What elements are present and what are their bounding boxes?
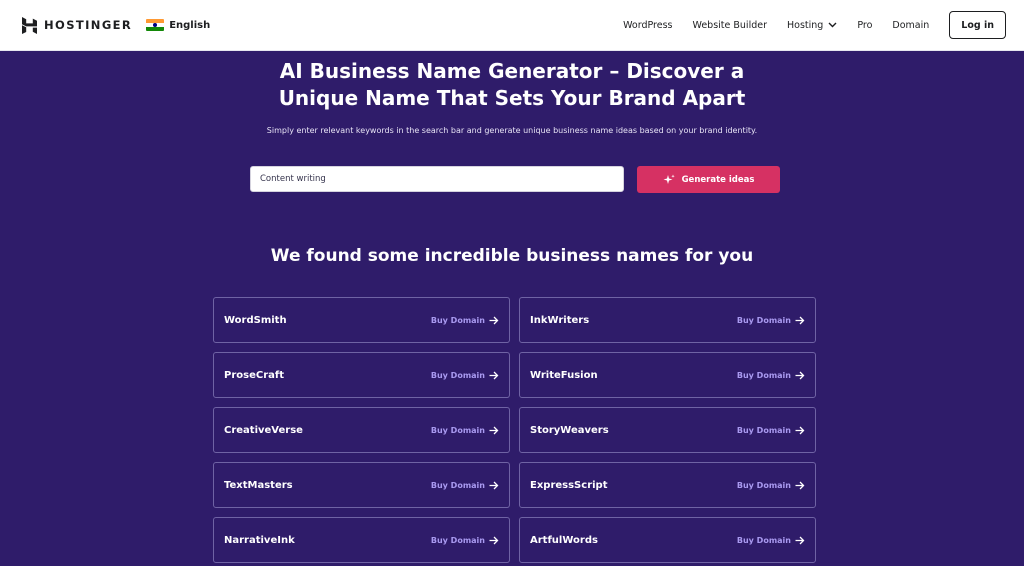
buy-domain-label: Buy Domain bbox=[736, 535, 791, 545]
buy-domain-link[interactable]: Buy Domain bbox=[737, 481, 805, 490]
buy-domain-link[interactable]: Buy Domain bbox=[431, 536, 499, 545]
arrow-right-icon bbox=[795, 316, 805, 324]
business-name-card[interactable]: ArtfulWords Buy Domain bbox=[519, 517, 816, 563]
brand: HOSTINGER English bbox=[22, 16, 210, 34]
business-name-card[interactable]: StoryWeavers Buy Domain bbox=[519, 407, 816, 453]
buy-domain-label: Buy Domain bbox=[736, 315, 791, 325]
language-selector[interactable]: English bbox=[146, 19, 210, 31]
arrow-right-icon bbox=[489, 481, 499, 489]
main-nav: WordPress Website Builder Hosting Pro Do… bbox=[603, 11, 1006, 39]
business-name: WriteFusion bbox=[530, 369, 598, 381]
login-button[interactable]: Log in bbox=[949, 11, 1006, 39]
arrow-right-icon bbox=[795, 536, 805, 544]
buy-domain-label: Buy Domain bbox=[736, 480, 791, 490]
nav-item-wordpress[interactable]: WordPress bbox=[623, 20, 672, 31]
keyword-search-input[interactable] bbox=[250, 166, 624, 192]
buy-domain-link[interactable]: Buy Domain bbox=[737, 371, 805, 380]
buy-domain-label: Buy Domain bbox=[430, 535, 485, 545]
sparkle-icon bbox=[663, 174, 675, 184]
business-name-grid: WordSmith Buy Domain InkWriters Buy Doma… bbox=[213, 297, 817, 563]
page-subtitle: Simply enter relevant keywords in the se… bbox=[266, 126, 758, 135]
nav-item-domain[interactable]: Domain bbox=[892, 20, 929, 31]
buy-domain-label: Buy Domain bbox=[430, 480, 485, 490]
nav-item-pro[interactable]: Pro bbox=[857, 20, 872, 31]
logo-text: HOSTINGER bbox=[44, 18, 133, 32]
hostinger-logo[interactable]: HOSTINGER bbox=[22, 16, 133, 34]
business-name-card[interactable]: InkWriters Buy Domain bbox=[519, 297, 816, 343]
business-name-card[interactable]: WriteFusion Buy Domain bbox=[519, 352, 816, 398]
hostinger-logo-icon bbox=[22, 16, 37, 34]
business-name: WordSmith bbox=[224, 314, 287, 326]
business-name: ExpressScript bbox=[530, 479, 608, 491]
india-flag-icon bbox=[146, 19, 165, 31]
nav-item-hosting-label: Hosting bbox=[787, 19, 824, 31]
business-name-card[interactable]: ProseCraft Buy Domain bbox=[213, 352, 510, 398]
arrow-right-icon bbox=[795, 481, 805, 489]
business-name: NarrativeInk bbox=[224, 534, 295, 546]
page-title-line-1: AI Business Name Generator – Discover a bbox=[279, 59, 745, 83]
buy-domain-label: Buy Domain bbox=[736, 425, 791, 435]
buy-domain-link[interactable]: Buy Domain bbox=[431, 481, 499, 490]
buy-domain-label: Buy Domain bbox=[736, 370, 791, 380]
business-name: ProseCraft bbox=[224, 369, 285, 381]
nav-item-website-builder[interactable]: Website Builder bbox=[693, 20, 768, 31]
buy-domain-link[interactable]: Buy Domain bbox=[431, 316, 499, 325]
arrow-right-icon bbox=[489, 536, 499, 544]
page-title: AI Business Name Generator – Discover a … bbox=[0, 58, 1024, 112]
buy-domain-link[interactable]: Buy Domain bbox=[737, 536, 805, 545]
results-title: We found some incredible business names … bbox=[270, 246, 754, 266]
business-name-card[interactable]: NarrativeInk Buy Domain bbox=[213, 517, 510, 563]
page-title-line-2: Unique Name That Sets Your Brand Apart bbox=[278, 86, 746, 110]
buy-domain-link[interactable]: Buy Domain bbox=[431, 426, 499, 435]
business-name: ArtfulWords bbox=[530, 534, 598, 546]
chevron-down-icon bbox=[828, 22, 837, 28]
buy-domain-label: Buy Domain bbox=[430, 425, 485, 435]
business-name: InkWriters bbox=[530, 314, 590, 326]
buy-domain-link[interactable]: Buy Domain bbox=[737, 316, 805, 325]
arrow-right-icon bbox=[489, 371, 499, 379]
buy-domain-label: Buy Domain bbox=[430, 315, 485, 325]
business-name: StoryWeavers bbox=[530, 424, 609, 436]
business-name-card[interactable]: CreativeVerse Buy Domain bbox=[213, 407, 510, 453]
arrow-right-icon bbox=[489, 426, 499, 434]
business-name-card[interactable]: WordSmith Buy Domain bbox=[213, 297, 510, 343]
site-header: HOSTINGER English WordPress Website Buil… bbox=[0, 0, 1024, 51]
business-name: TextMasters bbox=[224, 479, 293, 491]
business-name: CreativeVerse bbox=[224, 424, 303, 436]
arrow-right-icon bbox=[489, 316, 499, 324]
buy-domain-label: Buy Domain bbox=[430, 370, 485, 380]
business-name-card[interactable]: ExpressScript Buy Domain bbox=[519, 462, 816, 508]
language-label: English bbox=[169, 19, 211, 31]
arrow-right-icon bbox=[795, 371, 805, 379]
nav-item-hosting[interactable]: Hosting bbox=[787, 20, 837, 31]
business-name-card[interactable]: TextMasters Buy Domain bbox=[213, 462, 510, 508]
arrow-right-icon bbox=[795, 426, 805, 434]
generate-ideas-label: Generate ideas bbox=[681, 174, 755, 185]
buy-domain-link[interactable]: Buy Domain bbox=[431, 371, 499, 380]
buy-domain-link[interactable]: Buy Domain bbox=[737, 426, 805, 435]
generate-ideas-button[interactable]: Generate ideas bbox=[637, 166, 780, 193]
